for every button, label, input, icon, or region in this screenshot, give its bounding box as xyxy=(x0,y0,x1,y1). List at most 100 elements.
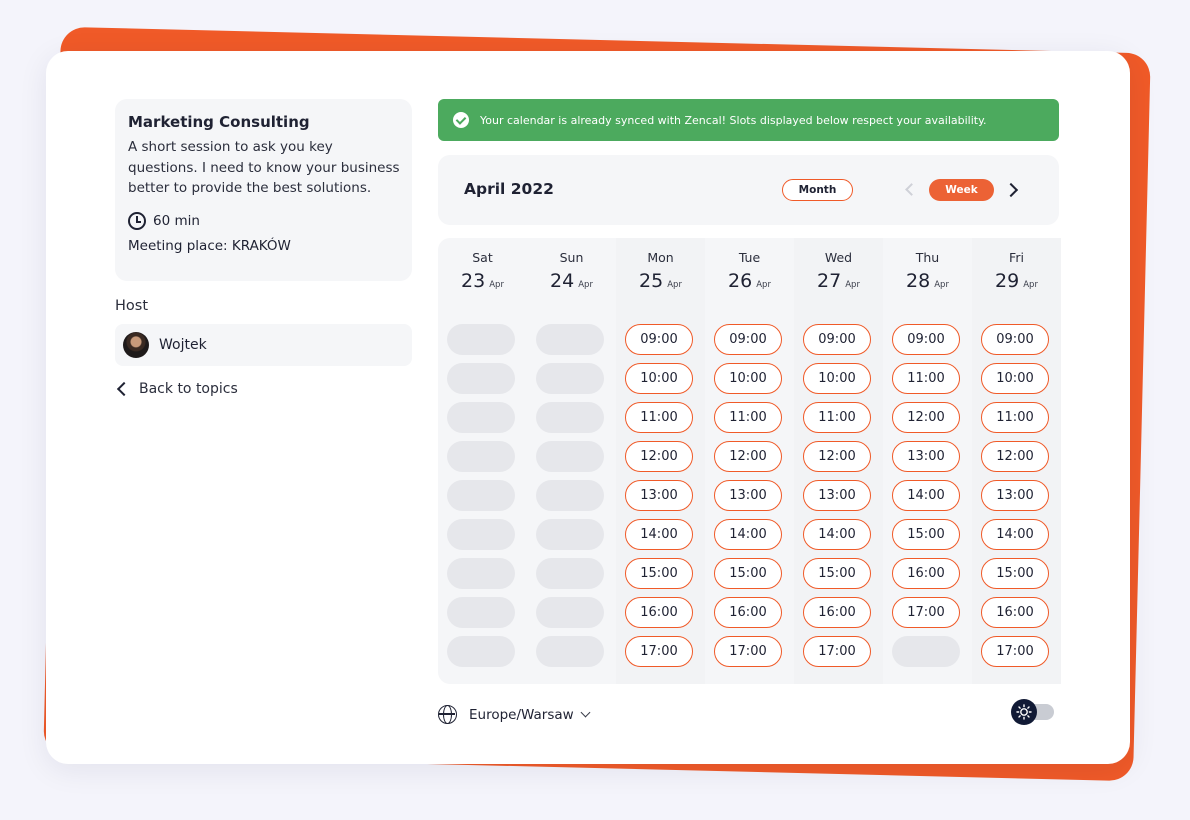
time-slot-button[interactable]: 17:00 xyxy=(625,636,693,667)
unavailable-slot xyxy=(536,402,604,433)
day-column: Thu 28 Apr 09:00 11:00 12:00 13:00 14:00 15:00 16… xyxy=(883,238,972,684)
time-slot-button[interactable]: 17:00 xyxy=(714,636,782,667)
time-slot-button[interactable]: 13:00 xyxy=(892,441,960,472)
time-slot-button[interactable]: 16:00 xyxy=(892,558,960,589)
time-slot-button[interactable]: 14:00 xyxy=(625,519,693,550)
banner-text: Your calendar is already synced with Zen… xyxy=(480,113,987,127)
time-slot-button[interactable]: 09:00 xyxy=(803,324,871,355)
host-label: Host xyxy=(115,298,149,314)
day-name: Sun xyxy=(559,250,584,265)
day-name: Sat xyxy=(472,250,493,265)
time-slot-button[interactable]: 12:00 xyxy=(981,441,1049,472)
time-slot-button[interactable]: 10:00 xyxy=(714,363,782,394)
duration-row: 60 min xyxy=(128,211,399,230)
host-card: Wojtek xyxy=(115,324,412,366)
day-date: 28 Apr xyxy=(883,270,972,292)
day-month: Apr xyxy=(489,280,504,290)
timezone-selector[interactable]: Europe/Warsaw xyxy=(438,705,591,724)
time-slot-button[interactable]: 12:00 xyxy=(892,402,960,433)
week-view-button[interactable]: Week xyxy=(929,179,994,201)
meeting-place: Meeting place: KRAKÓW xyxy=(128,237,291,254)
time-slot-button[interactable]: 10:00 xyxy=(981,363,1049,394)
time-slot-button[interactable]: 17:00 xyxy=(803,636,871,667)
topic-description: A short session to ask you key questions… xyxy=(128,139,400,196)
time-slot-button[interactable]: 13:00 xyxy=(803,480,871,511)
day-month: Apr xyxy=(578,280,593,290)
unavailable-slot xyxy=(447,324,515,355)
time-slot-button[interactable]: 15:00 xyxy=(892,519,960,550)
time-slot-button[interactable]: 13:00 xyxy=(981,480,1049,511)
sync-banner: Your calendar is already synced with Zen… xyxy=(438,99,1059,141)
day-column: Sat 23 Apr xyxy=(438,238,527,684)
time-slot-button[interactable]: 16:00 xyxy=(714,597,782,628)
theme-toggle[interactable] xyxy=(1011,699,1054,725)
time-slot-button[interactable]: 12:00 xyxy=(625,441,693,472)
day-number: 29 xyxy=(995,270,1020,292)
chevron-left-icon[interactable] xyxy=(905,183,918,196)
time-slot-button[interactable]: 09:00 xyxy=(714,324,782,355)
unavailable-slot xyxy=(536,324,604,355)
day-date: 29 Apr xyxy=(972,270,1061,292)
day-month: Apr xyxy=(934,280,949,290)
time-slot-button[interactable]: 11:00 xyxy=(625,402,693,433)
day-month: Apr xyxy=(845,280,860,290)
time-slot-button[interactable]: 14:00 xyxy=(981,519,1049,550)
time-slot-button[interactable]: 13:00 xyxy=(625,480,693,511)
unavailable-slot xyxy=(536,636,604,667)
unavailable-slot xyxy=(536,363,604,394)
day-name: Thu xyxy=(915,250,940,265)
time-slot-button[interactable]: 09:00 xyxy=(625,324,693,355)
day-number: 23 xyxy=(461,270,486,292)
time-slot-button[interactable]: 15:00 xyxy=(981,558,1049,589)
time-slot-button[interactable]: 11:00 xyxy=(981,402,1049,433)
time-slot-button[interactable]: 10:00 xyxy=(803,363,871,394)
day-date: 27 Apr xyxy=(794,270,883,292)
clock-icon xyxy=(128,211,146,230)
time-slot-button[interactable]: 15:00 xyxy=(714,558,782,589)
day-number: 24 xyxy=(550,270,575,292)
day-column: Fri 29 Apr 09:00 10:00 11:00 12:00 13:00 14:00 15… xyxy=(972,238,1061,684)
time-slot-button[interactable]: 12:00 xyxy=(803,441,871,472)
calendar-header: April 2022 Month Week xyxy=(438,155,1059,225)
time-slot-button[interactable]: 17:00 xyxy=(981,636,1049,667)
time-slot-button[interactable]: 14:00 xyxy=(803,519,871,550)
day-name: Fri xyxy=(1009,250,1024,265)
time-slot-button[interactable]: 11:00 xyxy=(892,363,960,394)
duration-text: 60 min xyxy=(153,212,200,229)
time-slot-button[interactable]: 12:00 xyxy=(714,441,782,472)
day-name: Tue xyxy=(738,250,761,265)
unavailable-slot xyxy=(447,558,515,589)
unavailable-slot xyxy=(892,636,960,667)
back-link-label: Back to topics xyxy=(139,381,238,397)
day-number: 27 xyxy=(817,270,842,292)
time-slot-button[interactable]: 09:00 xyxy=(892,324,960,355)
time-slot-button[interactable]: 17:00 xyxy=(892,597,960,628)
time-slot-button[interactable]: 13:00 xyxy=(714,480,782,511)
time-slot-button[interactable]: 16:00 xyxy=(981,597,1049,628)
day-column: Wed 27 Apr 09:00 10:00 11:00 12:00 13:00 14:00 15… xyxy=(794,238,883,684)
day-column: Tue 26 Apr 09:00 10:00 11:00 12:00 13:00 14:00 15… xyxy=(705,238,794,684)
topic-title: Marketing Consulting xyxy=(128,113,310,131)
back-to-topics-link[interactable]: Back to topics xyxy=(115,381,238,397)
time-slot-button[interactable]: 10:00 xyxy=(625,363,693,394)
day-column: Sun 24 Apr xyxy=(527,238,616,684)
chevron-right-icon[interactable] xyxy=(1003,182,1019,198)
time-slot-button[interactable]: 16:00 xyxy=(803,597,871,628)
time-slot-button[interactable]: 11:00 xyxy=(714,402,782,433)
time-slot-button[interactable]: 16:00 xyxy=(625,597,693,628)
unavailable-slot xyxy=(536,597,604,628)
chevron-left-icon xyxy=(116,381,132,397)
month-view-button[interactable]: Month xyxy=(782,179,853,201)
time-slot-button[interactable]: 09:00 xyxy=(981,324,1049,355)
day-column: Mon 25 Apr 09:00 10:00 11:00 12:00 13:00 14:00 15… xyxy=(616,238,705,684)
avatar xyxy=(123,332,149,358)
time-slot-button[interactable]: 15:00 xyxy=(803,558,871,589)
week-grid: Sat 23 Apr Sun 24 Apr Mon 25 Apr 09:00 10:00 11:00 1… xyxy=(438,238,1061,684)
time-slot-button[interactable]: 14:00 xyxy=(892,480,960,511)
time-slot-button[interactable]: 11:00 xyxy=(803,402,871,433)
timezone-label: Europe/Warsaw xyxy=(469,706,574,723)
globe-icon xyxy=(438,705,457,724)
sun-icon xyxy=(1011,699,1037,725)
time-slot-button[interactable]: 15:00 xyxy=(625,558,693,589)
time-slot-button[interactable]: 14:00 xyxy=(714,519,782,550)
